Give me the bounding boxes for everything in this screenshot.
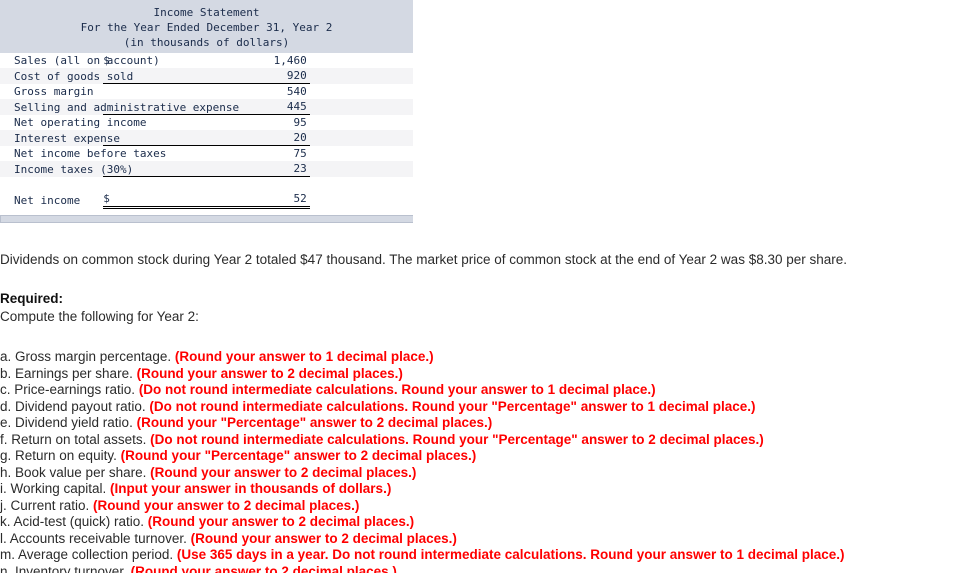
statement-title-line-2: For the Year Ended December 31, Year 2 — [80, 21, 333, 34]
statement-row-label: Net operating income — [0, 114, 146, 130]
statement-row-label: Net income — [0, 176, 104, 208]
requirement-text: g. Return on equity. — [0, 448, 121, 463]
statement-row: Cost of goods sold 920 — [0, 68, 413, 84]
statement-row-label: Gross margin — [0, 83, 104, 99]
requirement-note: (Round your answer to 2 decimal places.) — [147, 514, 415, 529]
statement-header-row: Income Statement For the Year Ended Dece… — [0, 0, 413, 53]
requirement-note: (Do not round intermediate calculations.… — [149, 398, 756, 414]
statement-row-label: Sales (all on account) — [0, 53, 160, 68]
requirement-text: l. Accounts receivable turnover. — [0, 530, 191, 546]
statement-row-amount: 1,460 — [206, 53, 310, 68]
statement-row-amount: 75 — [206, 145, 310, 161]
requirement-note: (Round your answer to 2 decimal places.) — [130, 563, 397, 573]
requirement-text: d. Dividend payout ratio. — [0, 398, 150, 414]
requirement-note: (Round your "Percentage" answer to 2 dec… — [136, 415, 493, 430]
statement-row-gutter — [309, 145, 413, 161]
statement-row: Net income $52 — [0, 176, 413, 209]
requirements-list: a. Gross margin percentage. (Round your … — [0, 349, 956, 573]
statement-row-amount: 920 — [206, 68, 310, 84]
compute-instruction: Compute the following for Year 2: — [0, 309, 199, 324]
requirement-item: j. Current ratio. (Round your answer to … — [0, 498, 956, 515]
statement-row: Sales (all on account) $1,460 — [0, 53, 413, 68]
statement-row: Net income before taxes 75 — [0, 145, 413, 161]
requirement-text: b. Earnings per share. — [0, 365, 137, 381]
statement-title-cell: Income Statement For the Year Ended Dece… — [0, 0, 413, 53]
income-statement-table: Income Statement For the Year Ended Dece… — [0, 0, 413, 209]
requirement-item: l. Accounts receivable turnover. (Round … — [0, 531, 956, 548]
requirement-item: n. Inventory turnover. (Round your answe… — [0, 564, 956, 573]
requirement-item: k. Acid-test (quick) ratio. (Round your … — [0, 514, 956, 531]
income-statement-panel: Income Statement For the Year Ended Dece… — [0, 0, 413, 223]
requirement-item: a. Gross margin percentage. (Round your … — [0, 349, 956, 366]
requirement-text: e. Dividend yield ratio. — [0, 415, 137, 430]
requirement-note: (Round your answer to 2 decimal places.) — [150, 464, 417, 480]
requirement-item: e. Dividend yield ratio. (Round your "Pe… — [0, 415, 956, 432]
statement-title-line-3: (in thousands of dollars) — [123, 36, 290, 49]
statement-row-gutter — [309, 83, 413, 99]
statement-row: Interest expense 20 — [0, 130, 413, 146]
statement-row-gutter — [309, 53, 413, 68]
statement-row-gutter — [309, 68, 413, 84]
statement-row-label: Income taxes (30%) — [0, 161, 133, 177]
requirement-item: f. Return on total assets. (Do not round… — [0, 432, 956, 449]
requirement-text: k. Acid-test (quick) ratio. — [0, 514, 148, 529]
requirement-note: (Do not round intermediate calculations.… — [138, 382, 656, 397]
requirement-item: d. Dividend payout ratio. (Do not round … — [0, 399, 956, 416]
requirement-note: (Do not round intermediate calculations.… — [150, 431, 764, 447]
required-heading: Required: — [0, 291, 64, 306]
requirement-item: i. Working capital. (Input your answer i… — [0, 481, 956, 498]
requirement-note: (Round your "Percentage" answer to 2 dec… — [120, 448, 477, 463]
statement-row-gutter — [309, 99, 413, 115]
statement-row: Gross margin 540 — [0, 83, 413, 99]
statement-row-label: Interest expense — [0, 130, 120, 146]
statement-row: Income taxes (30%) 23 — [0, 161, 413, 177]
statement-row-gutter — [309, 161, 413, 177]
statement-rows: Sales (all on account) $1,460 Cost of good… — [0, 53, 413, 209]
statement-row-amount: 540 — [206, 83, 310, 99]
requirement-text: c. Price-earnings ratio. — [0, 382, 139, 397]
requirement-text: j. Current ratio. — [0, 497, 94, 513]
requirement-note: (Round your answer to 1 decimal place.) — [174, 349, 434, 364]
statement-row-label: Cost of goods sold — [0, 68, 133, 84]
requirement-note: (Input your answer in thousands of dolla… — [110, 481, 392, 496]
statement-row-gutter — [309, 176, 413, 208]
requirement-item: m. Average collection period. (Use 365 d… — [0, 547, 956, 564]
statement-row-gutter — [309, 114, 413, 130]
requirement-text: n. Inventory turnover. — [0, 563, 131, 573]
statement-row-currency — [103, 83, 207, 99]
statement-title-line-1: Income Statement — [153, 6, 260, 19]
requirement-note: (Round your answer to 2 decimal places.) — [190, 530, 457, 546]
statement-row-amount: 23 — [206, 161, 310, 177]
statement-row: Selling and administrative expense445 — [0, 99, 413, 115]
requirement-item: h. Book value per share. (Round your ans… — [0, 465, 956, 482]
requirement-note: (Round your answer to 2 decimal places.) — [93, 497, 360, 513]
statement-row: Net operating income 95 — [0, 114, 413, 130]
requirement-item: b. Earnings per share. (Round your answe… — [0, 366, 956, 383]
statement-row-gutter — [309, 130, 413, 146]
statement-row-label: Selling and administrative expense — [0, 99, 239, 115]
statement-row-amount: 52 — [206, 176, 310, 209]
requirement-item: g. Return on equity. (Round your "Percen… — [0, 448, 956, 465]
dividends-paragraph: Dividends on common stock during Year 2 … — [0, 252, 848, 267]
income-statement-body: Income Statement For the Year Ended Dece… — [0, 0, 413, 53]
statement-row-amount: 95 — [206, 114, 310, 130]
requirement-text: h. Book value per share. — [0, 464, 151, 480]
requirement-text: f. Return on total assets. — [0, 431, 151, 447]
statement-row-currency: $ — [103, 176, 207, 209]
statement-footer-bar — [0, 215, 413, 223]
requirement-item: c. Price-earnings ratio. (Do not round i… — [0, 382, 956, 399]
statement-row-amount: 20 — [206, 130, 310, 146]
requirement-note: (Round your answer to 2 decimal places.) — [136, 365, 403, 381]
content-area: Dividends on common stock during Year 2 … — [0, 251, 956, 573]
requirement-text: i. Working capital. — [0, 481, 111, 496]
statement-row-label: Net income before taxes — [0, 145, 166, 161]
requirement-text: a. Gross margin percentage. — [0, 349, 175, 364]
